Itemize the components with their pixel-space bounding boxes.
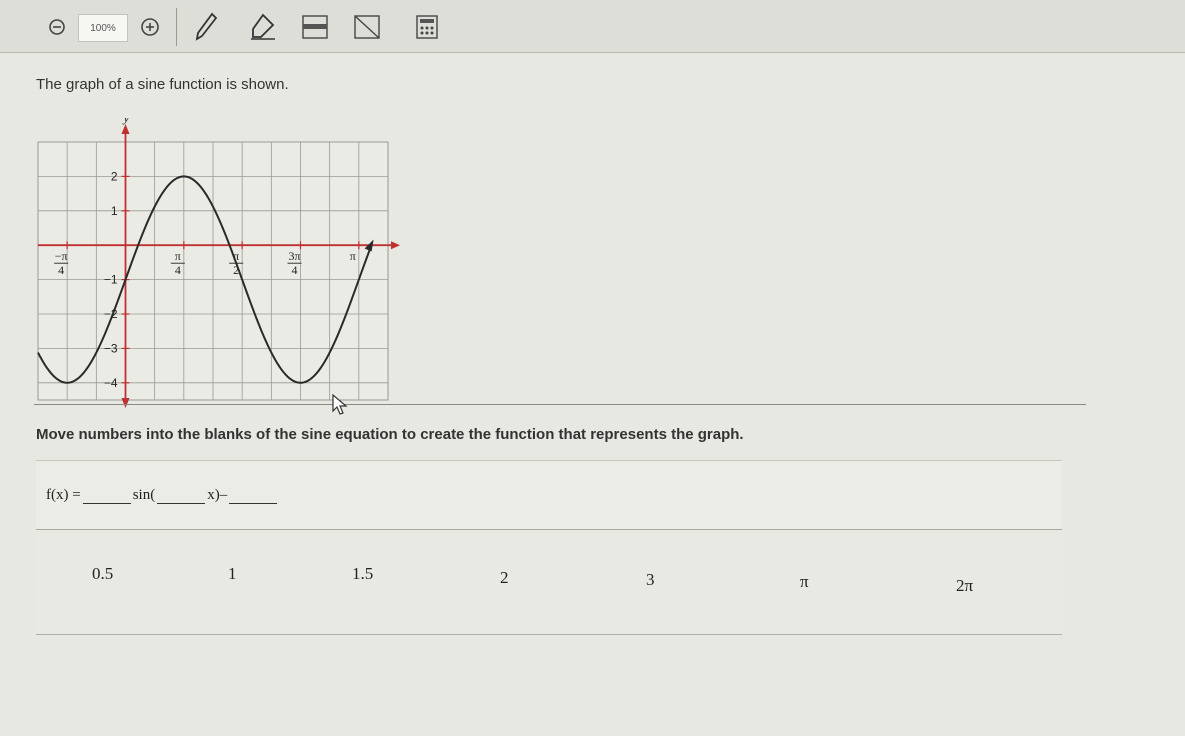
x-tick-numerator: π — [175, 249, 181, 263]
eraser-icon[interactable] — [248, 13, 278, 40]
choice-pi[interactable]: π — [794, 570, 815, 594]
sine-graph: xy21−1−2−3−4−π4π4π23π4π — [37, 118, 400, 408]
equation-sin: sin( — [132, 487, 156, 503]
x-tick-denominator: 4 — [58, 263, 64, 277]
answer-choices: 0.5 1 1.5 2 3 π 2π — [36, 534, 1062, 635]
toolbar-divider — [176, 8, 177, 46]
x-tick-denominator: 4 — [292, 263, 298, 277]
question-instruction: Move numbers into the blanks of the sine… — [36, 426, 744, 443]
toolbar: 100% — [0, 0, 1185, 53]
sine-equation: f(x) = sin( x)– — [46, 485, 279, 504]
equation-area: f(x) = sin( x)– — [36, 460, 1062, 530]
x-tick-denominator: 4 — [175, 263, 181, 277]
y-axis-label: y — [122, 118, 130, 125]
question-prompt: The graph of a sine function is shown. — [36, 76, 289, 93]
y-axis-arrow-down — [121, 398, 130, 408]
blank-shift[interactable] — [229, 485, 278, 504]
x-tick-numerator: π — [350, 249, 356, 263]
x-tick-numerator: −π — [55, 249, 68, 263]
equation-x: x)– — [207, 487, 228, 503]
x-tick-numerator: 3π — [288, 249, 300, 263]
y-tick-label: −4 — [104, 376, 118, 390]
y-tick-label: −1 — [104, 273, 118, 287]
pen-icon[interactable] — [192, 12, 220, 41]
choice-1[interactable]: 1 — [222, 562, 243, 586]
y-tick-label: 1 — [111, 204, 118, 218]
mouse-cursor-icon — [332, 394, 348, 415]
zoom-out-icon[interactable] — [46, 14, 68, 40]
zoom-in-icon[interactable] — [138, 14, 162, 40]
blank-amplitude[interactable] — [82, 485, 131, 504]
x-axis-arrow — [391, 241, 400, 250]
choice-2pi[interactable]: 2π — [950, 574, 979, 598]
y-axis-arrow — [121, 124, 130, 134]
zoom-level[interactable]: 100% — [78, 14, 128, 42]
choice-0-5[interactable]: 0.5 — [86, 562, 119, 586]
y-tick-label: −3 — [104, 341, 118, 355]
choice-3[interactable]: 3 — [640, 568, 661, 592]
y-tick-label: 2 — [111, 169, 118, 183]
choice-2[interactable]: 2 — [494, 566, 515, 590]
equation-lhs: f(x) = — [46, 487, 81, 503]
highlighter-icon[interactable] — [300, 14, 330, 40]
reference-icon[interactable] — [352, 14, 382, 40]
calculator-icon[interactable] — [414, 14, 440, 40]
choice-1-5[interactable]: 1.5 — [346, 562, 379, 586]
blank-coefficient[interactable] — [157, 485, 206, 504]
section-divider — [34, 404, 1086, 405]
